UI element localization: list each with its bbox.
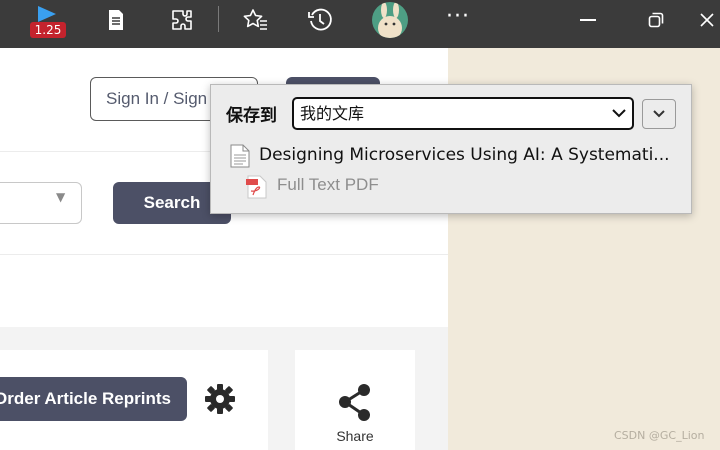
document-icon [230, 144, 250, 168]
save-to-popup: 保存到 我的文库 Designing Microservices Using A… [210, 84, 692, 214]
collection-select[interactable]: 我的文库 [292, 97, 634, 130]
item-title: Designing Microservices Using AI: A Syst… [259, 145, 670, 165]
profile-avatar[interactable] [372, 2, 408, 38]
minimize-icon[interactable] [568, 0, 608, 40]
gear-icon[interactable] [202, 381, 238, 417]
chevron-down-icon [653, 110, 665, 118]
restore-icon[interactable] [636, 0, 676, 40]
extensions-icon[interactable] [162, 0, 202, 40]
reading-list-icon[interactable] [96, 0, 136, 40]
share-icon[interactable] [336, 382, 374, 424]
search-scope-select[interactable] [0, 182, 82, 224]
order-reprints-button[interactable]: Order Article Reprints [0, 377, 187, 421]
save-to-label: 保存到 [226, 106, 277, 126]
pdf-icon [245, 175, 269, 199]
dropdown-arrow-icon: ▼ [56, 190, 66, 204]
collection-value: 我的文库 [300, 104, 365, 123]
close-icon[interactable] [694, 0, 720, 40]
watermark: CSDN @GC_Lion [614, 429, 705, 442]
browser-toolbar: 1.25 ··· [0, 0, 720, 48]
share-label: Share [336, 428, 374, 444]
divider [0, 254, 448, 255]
toolbar-separator [218, 6, 219, 32]
attachment-label: Full Text PDF [277, 175, 379, 194]
expand-collections-button[interactable] [642, 99, 676, 129]
more-icon[interactable]: ··· [446, 4, 470, 29]
history-icon[interactable] [300, 0, 340, 40]
zoom-badge: 1.25 [30, 22, 66, 38]
chevron-down-icon [612, 109, 626, 118]
favorites-icon[interactable] [236, 0, 276, 40]
